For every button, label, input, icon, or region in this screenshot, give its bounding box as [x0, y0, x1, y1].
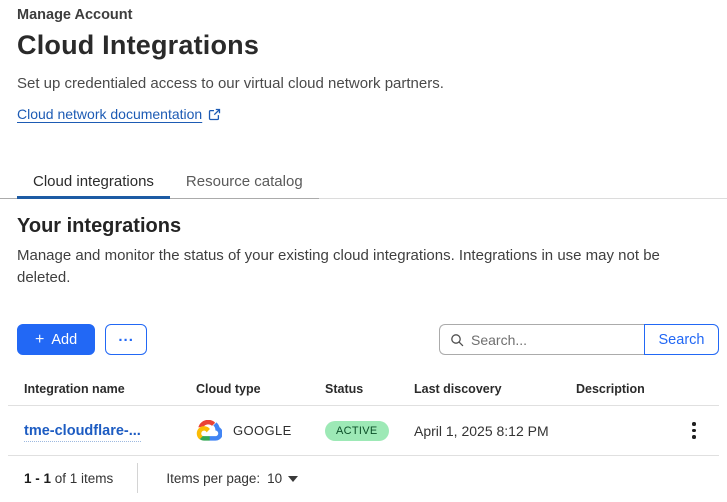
external-link-icon	[208, 108, 221, 121]
pagination-range-numbers: 1 - 1	[24, 471, 51, 486]
doc-link-row: Cloud network documentation	[17, 106, 710, 122]
toolbar-left: + Add ...	[17, 324, 147, 355]
chevron-down-icon	[288, 476, 298, 482]
kebab-menu-icon[interactable]	[679, 416, 709, 446]
page-subtitle: Set up credentialed access to our virtua…	[17, 75, 710, 92]
row-actions-cell	[675, 416, 719, 446]
pagination-range: 1 - 1 of 1 items	[8, 471, 113, 486]
tab-resource-catalog[interactable]: Resource catalog	[170, 163, 319, 199]
page-title: Cloud Integrations	[17, 30, 710, 61]
column-header-status: Status	[325, 382, 414, 396]
tab-bar: Cloud integrations Resource catalog	[0, 163, 727, 199]
items-per-page-label: Items per page:	[166, 471, 260, 486]
pagination-range-total: of 1 items	[55, 471, 114, 486]
cloud-integrations-page: Manage Account Cloud Integrations Set up…	[0, 0, 727, 502]
pagination-bar: 1 - 1 of 1 items Items per page: 10	[8, 456, 719, 500]
your-integrations-section: Your integrations Manage and monitor the…	[0, 199, 727, 289]
column-header-description: Description	[576, 382, 675, 396]
section-title: Your integrations	[17, 215, 710, 238]
items-per-page-value: 10	[267, 471, 282, 486]
column-header-last-discovery: Last discovery	[414, 382, 576, 396]
table-row: tme-cloudflare-... GOOGLE ACTIVE April 1…	[8, 406, 719, 456]
cloud-type-label: GOOGLE	[233, 423, 292, 438]
google-cloud-icon	[196, 420, 222, 441]
cloud-type-cell: GOOGLE	[196, 420, 325, 441]
add-button-label: Add	[51, 332, 77, 348]
page-header: Manage Account Cloud Integrations Set up…	[0, 0, 727, 122]
section-description: Manage and monitor the status of your ex…	[17, 245, 710, 289]
status-cell: ACTIVE	[325, 421, 414, 441]
search-group: Search	[439, 324, 719, 355]
pagination-divider	[137, 463, 138, 493]
overflow-menu-button[interactable]: ...	[105, 324, 147, 355]
tab-cloud-integrations[interactable]: Cloud integrations	[17, 163, 170, 199]
integrations-table: Integration name Cloud type Status Last …	[8, 382, 719, 456]
add-button[interactable]: + Add	[17, 324, 95, 355]
cloud-network-documentation-link[interactable]: Cloud network documentation	[17, 106, 202, 122]
search-icon	[450, 333, 464, 347]
breadcrumb: Manage Account	[17, 7, 710, 23]
search-box	[439, 324, 644, 355]
table-toolbar: + Add ... Search	[0, 324, 727, 355]
integration-name-link[interactable]: tme-cloudflare-...	[8, 423, 196, 439]
column-header-integration-name: Integration name	[8, 382, 196, 396]
items-per-page: Items per page: 10	[166, 471, 298, 486]
table-header-row: Integration name Cloud type Status Last …	[8, 382, 719, 406]
column-header-cloud-type: Cloud type	[196, 382, 325, 396]
search-button[interactable]: Search	[644, 324, 719, 355]
tab-strip: Cloud integrations Resource catalog	[0, 163, 319, 199]
status-badge: ACTIVE	[325, 421, 389, 441]
last-discovery-cell: April 1, 2025 8:12 PM	[414, 423, 576, 439]
ellipsis-icon: ...	[118, 329, 134, 344]
items-per-page-select[interactable]: 10	[267, 471, 298, 486]
plus-icon: +	[35, 332, 44, 348]
search-input[interactable]	[471, 332, 634, 348]
